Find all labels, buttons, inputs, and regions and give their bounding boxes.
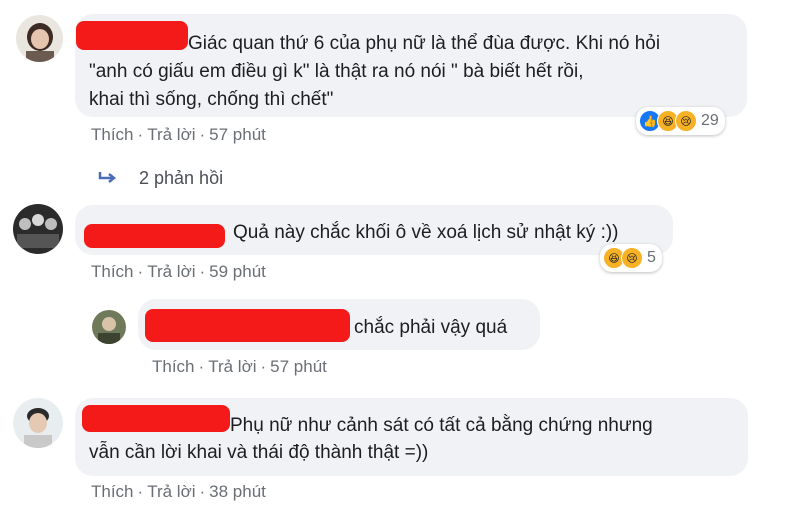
separator-dot: · [198,357,205,376]
timestamp: 38 phút [209,482,266,501]
like-link[interactable]: Thích [91,482,134,501]
comment-actions: Thích · Trả lời · 57 phút [91,125,266,145]
avatar[interactable] [92,310,126,344]
view-replies-link[interactable]: 2 phản hồi [139,168,223,189]
reply-link[interactable]: Trả lời [208,357,256,376]
reply-link[interactable]: Trả lời [147,262,195,281]
like-link[interactable]: Thích [91,262,134,281]
reaction-summary[interactable]: 👍 😆 😢 29 [636,107,725,135]
comment-text-line: chắc phải vậy quá [354,317,508,338]
sad-face-icon: 😢 [621,247,643,269]
timestamp: 59 phút [209,262,266,281]
reply-link[interactable]: Trả lời [147,125,195,144]
comment-text-line: khai thì sống, chống thì chết" [89,89,334,110]
sad-face-icon: 😢 [675,110,697,132]
avatar[interactable] [13,398,63,448]
reaction-count: 5 [647,249,656,266]
comment-text-line: Phụ nữ như cảnh sát có tất cả bằng chứng… [230,415,653,436]
redacted-author-name [76,21,188,50]
reaction-count: 29 [701,112,719,129]
comment-actions: Thích · Trả lời · 57 phút [152,357,327,377]
like-link[interactable]: Thích [91,125,134,144]
timestamp: 57 phút [209,125,266,144]
separator-dot: · [137,125,144,144]
reaction-summary[interactable]: 😆 😢 5 [600,244,662,272]
comment-text-line: "anh có giấu em điều gì k" là thật ra nó… [89,61,584,82]
reply-arrow-icon [98,170,118,191]
separator-dot: · [137,262,144,281]
separator-dot: · [199,482,206,501]
reply-link[interactable]: Trả lời [147,482,195,501]
comment-text-line: vẫn cần lời khai và thái độ thành thật =… [89,442,429,463]
comment-actions: Thích · Trả lời · 59 phút [91,262,266,282]
separator-dot: · [137,482,144,501]
comment-text-line: Giác quan thứ 6 của phụ nữ là thể đùa đư… [188,33,661,54]
redacted-author-name [82,405,230,432]
separator-dot: · [260,357,267,376]
avatar[interactable] [16,15,63,62]
redacted-author-name [84,224,225,248]
comment-actions: Thích · Trả lời · 38 phút [91,482,266,502]
comment-text-line: Quả này chắc khối ô về xoá lịch sử nhật … [233,222,619,243]
avatar[interactable] [13,204,63,254]
redacted-author-name [145,309,350,342]
like-link[interactable]: Thích [152,357,195,376]
separator-dot: · [199,262,206,281]
timestamp: 57 phút [270,357,327,376]
separator-dot: · [199,125,206,144]
